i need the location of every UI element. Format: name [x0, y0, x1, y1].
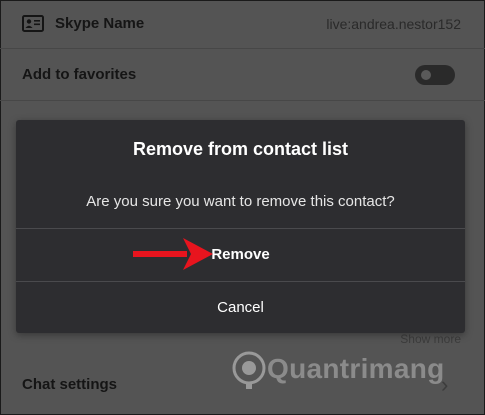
dialog-title: Remove from contact list: [132, 139, 349, 159]
favorites-label: Add to favorites: [22, 66, 137, 83]
favorites-toggle[interactable]: [415, 65, 455, 85]
watermark: Quantrimang: [231, 350, 446, 390]
arrow-pointer-icon: [133, 238, 213, 270]
remove-button[interactable]: Remove: [16, 228, 465, 281]
cancel-button[interactable]: Cancel: [16, 282, 465, 333]
remove-contact-dialog: Remove from contact list Are you sure yo…: [16, 120, 465, 333]
lightbulb-logo-icon: [232, 351, 266, 389]
skype-name-row: Skype Name live:andrea.nestor152: [0, 0, 485, 48]
skype-name-value: live:andrea.nestor152: [326, 16, 461, 32]
divider: [0, 100, 485, 101]
watermark-text: Quantrimang: [267, 353, 445, 384]
show-more-link[interactable]: Show more: [400, 332, 461, 346]
chat-settings-label[interactable]: Chat settings: [22, 376, 117, 393]
contact-card-icon: [22, 15, 44, 32]
toggle-knob: [421, 70, 431, 80]
dialog-message: Are you sure you want to remove this con…: [86, 193, 395, 210]
divider: [0, 48, 485, 49]
skype-name-label: Skype Name: [55, 15, 145, 32]
